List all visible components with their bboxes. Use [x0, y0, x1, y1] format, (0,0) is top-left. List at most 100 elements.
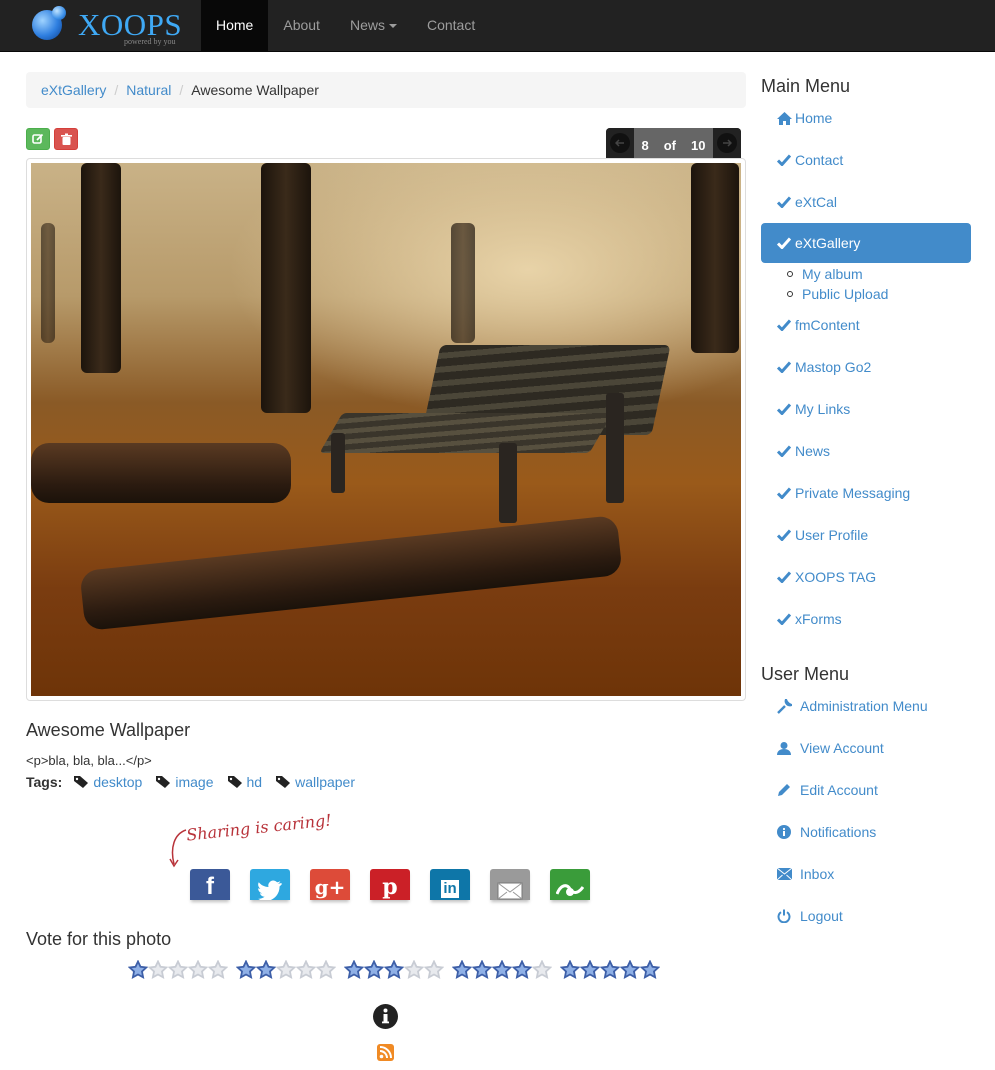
submenu-item-my-album[interactable]: My album	[787, 264, 971, 284]
edit-icon	[32, 133, 44, 144]
menu-item-mastop-go2[interactable]: Mastop Go2	[761, 346, 971, 388]
menu-item-label: eXtGallery	[795, 235, 861, 251]
menu-item-view-account[interactable]: View Account	[761, 727, 971, 769]
bullet-icon	[787, 271, 793, 277]
menu-item-extcal[interactable]: eXtCal	[761, 181, 971, 223]
menu-item-private-messaging[interactable]: Private Messaging	[761, 472, 971, 514]
submenu-item-public-upload[interactable]: Public Upload	[787, 284, 971, 304]
tag-label: wallpaper	[295, 774, 356, 790]
vote-option-4[interactable]	[452, 960, 552, 980]
brand-logo[interactable]: XOOPS powered by you	[28, 4, 198, 48]
menu-item-label: fmContent	[795, 317, 860, 333]
star-filled-icon	[600, 960, 620, 980]
menu-item-user-profile[interactable]: User Profile	[761, 514, 971, 556]
star-filled-icon	[512, 960, 532, 980]
trash-icon	[60, 133, 72, 145]
star-filled-icon	[560, 960, 580, 980]
photo-pager: 8 of 10	[606, 128, 741, 158]
nav-news[interactable]: News	[335, 0, 412, 51]
vote-option-2[interactable]	[236, 960, 336, 980]
edit-photo-button[interactable]	[26, 128, 50, 150]
breadcrumb: eXtGallery / Natural / Awesome Wallpaper	[26, 72, 746, 108]
menu-item-inbox[interactable]: Inbox	[761, 853, 971, 895]
tag-desktop[interactable]: desktop	[74, 774, 142, 790]
info-icon[interactable]	[373, 1004, 398, 1029]
pager-current: 8	[641, 137, 649, 153]
vote-title: Vote for this photo	[26, 929, 172, 949]
star-filled-icon	[128, 960, 148, 980]
home-icon	[776, 111, 792, 125]
star-empty-icon	[148, 960, 168, 980]
check-icon	[775, 154, 793, 166]
user-menu: Administration Menu View Account Edit Ac…	[761, 685, 971, 937]
photo-tree	[41, 223, 55, 343]
menu-item-contact[interactable]: Contact	[761, 139, 971, 181]
tag-hd[interactable]: hd	[227, 774, 262, 790]
star-empty-icon	[168, 960, 188, 980]
star-empty-icon	[316, 960, 336, 980]
menu-item-news[interactable]: News	[761, 430, 971, 472]
menu-item-notifications[interactable]: Notifications	[761, 811, 971, 853]
star-empty-icon	[424, 960, 444, 980]
share-sharethis-button[interactable]	[550, 869, 590, 900]
envelope-icon	[497, 882, 523, 900]
menu-item-administration[interactable]: Administration Menu	[761, 685, 971, 727]
vote-option-5[interactable]	[560, 960, 660, 980]
breadcrumb-current: Awesome Wallpaper	[191, 82, 319, 98]
share-linkedin-button[interactable]: in	[430, 869, 470, 900]
share-facebook-button[interactable]: f	[190, 869, 230, 900]
menu-item-label: Notifications	[800, 824, 877, 840]
menu-item-edit-account[interactable]: Edit Account	[761, 769, 971, 811]
star-filled-icon	[364, 960, 384, 980]
menu-item-label: Contact	[795, 152, 844, 168]
previous-photo-button[interactable]	[606, 128, 634, 158]
share-email-button[interactable]	[490, 869, 530, 900]
tag-icon	[156, 776, 171, 788]
nav-home[interactable]: Home	[201, 0, 269, 51]
tag-wallpaper[interactable]: wallpaper	[276, 774, 355, 790]
share-google-plus-button[interactable]: g+	[310, 869, 350, 900]
star-filled-icon	[472, 960, 492, 980]
menu-item-extgallery[interactable]: eXtGallery	[761, 223, 971, 263]
vote-option-3[interactable]	[344, 960, 444, 980]
envelope-icon	[776, 868, 792, 880]
nav-about[interactable]: About	[268, 0, 335, 51]
menu-item-my-links[interactable]: My Links	[761, 388, 971, 430]
user-icon	[777, 742, 791, 755]
menu-item-label: Home	[795, 110, 833, 126]
curved-arrow-icon	[169, 829, 187, 868]
share-twitter-button[interactable]	[250, 869, 290, 900]
menu-item-fmcontent[interactable]: fmContent	[761, 304, 971, 346]
breadcrumb-separator: /	[114, 82, 119, 98]
star-empty-icon	[188, 960, 208, 980]
tags-label: Tags:	[26, 774, 63, 790]
menu-item-xoops-tag[interactable]: XOOPS TAG	[761, 556, 971, 598]
nav-contact[interactable]: Contact	[412, 0, 490, 51]
breadcrumb-natural[interactable]: Natural	[126, 82, 171, 98]
photo-image[interactable]	[31, 163, 741, 696]
next-photo-button[interactable]	[713, 128, 741, 158]
photo-bench-leg	[606, 393, 624, 503]
menu-item-label: xForms	[795, 611, 842, 627]
tag-image[interactable]: image	[156, 774, 214, 790]
menu-item-home[interactable]: Home	[761, 97, 971, 139]
check-icon	[775, 403, 793, 415]
delete-photo-button[interactable]	[54, 128, 78, 150]
info-circle-icon	[777, 825, 791, 839]
share-pinterest-button[interactable]: p	[370, 869, 410, 900]
vote-option-1[interactable]	[128, 960, 228, 980]
menu-item-label: Logout	[800, 908, 843, 924]
menu-item-label: Mastop Go2	[795, 359, 872, 375]
star-filled-icon	[344, 960, 364, 980]
menu-item-label: News	[795, 443, 831, 459]
check-icon	[775, 445, 793, 457]
rss-feed-icon[interactable]	[377, 1044, 394, 1061]
check-icon	[775, 613, 793, 625]
check-icon	[775, 361, 793, 373]
menu-item-xforms[interactable]: xForms	[761, 598, 971, 640]
breadcrumb-extgallery[interactable]: eXtGallery	[41, 82, 106, 98]
photo-bench-leg	[499, 443, 517, 523]
check-icon	[775, 529, 793, 541]
check-icon	[775, 487, 793, 499]
menu-item-logout[interactable]: Logout	[761, 895, 971, 937]
